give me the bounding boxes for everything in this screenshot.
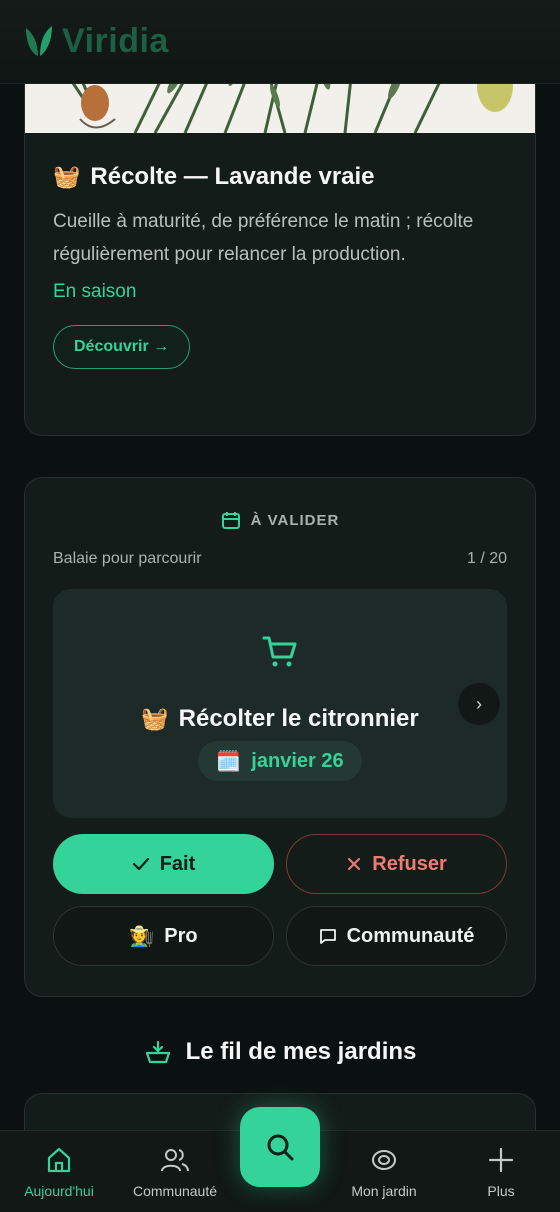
- nav-label-my-garden: Mon jardin: [351, 1183, 417, 1199]
- nav-label-community: Communauté: [132, 1183, 218, 1199]
- check-icon: [132, 857, 149, 871]
- nav-item-more[interactable]: Plus: [445, 1131, 557, 1212]
- users-icon: [161, 1149, 189, 1172]
- chevron-right-icon: ›: [476, 693, 482, 714]
- feed-title: Le fil de mes jardins: [185, 1038, 417, 1065]
- leaf-logo-icon: [26, 25, 52, 56]
- refuse-button[interactable]: Refuser: [286, 834, 507, 894]
- discover-button-label: Découvrir →: [74, 338, 170, 355]
- task-date: janvier 26: [251, 749, 344, 772]
- basket-icon: [145, 1040, 170, 1064]
- pro-button-label: Pro: [164, 924, 198, 947]
- basket-emoji-icon: 🧺: [141, 706, 169, 731]
- close-icon: [348, 858, 361, 870]
- tip-card: 🧺 Récolte — Lavande vraie Cueille à matu…: [24, 40, 536, 436]
- feed-heading: Le fil de mes jardins: [0, 1038, 560, 1066]
- calendar-emoji-icon: 🗓️: [216, 750, 242, 773]
- task-title: Récolter le citronnier: [178, 705, 419, 732]
- farmer-emoji-icon: 🧑‍🌾: [129, 925, 155, 948]
- calendar-icon: [221, 512, 240, 529]
- community-button-label: Communauté: [346, 924, 475, 947]
- app-header: Viridia: [0, 0, 560, 84]
- tip-title: Récolte — Lavande vraie: [90, 163, 375, 190]
- garden-icon: [372, 1150, 396, 1170]
- season-label: En saison: [53, 281, 137, 302]
- swipe-hint: Balaie pour parcourir: [53, 550, 202, 567]
- pro-button[interactable]: 🧑‍🌾 Pro: [53, 906, 274, 966]
- tip-description: Cueille à maturité, de préférence le mat…: [53, 211, 474, 265]
- search-icon: [267, 1134, 294, 1161]
- task-date-chip: 🗓️ janvier 26: [198, 741, 362, 781]
- nav-item-today[interactable]: Aujourd'hui: [3, 1131, 115, 1212]
- done-button[interactable]: Fait: [53, 834, 274, 894]
- nav-label-today: Aujourd'hui: [24, 1183, 94, 1199]
- task-card[interactable]: 🧺 Récolter le citronnier 🗓️ janvier 26 ›: [53, 589, 507, 818]
- home-icon: [47, 1147, 71, 1173]
- nav-label-more: Plus: [487, 1183, 515, 1199]
- search-button[interactable]: [240, 1107, 320, 1187]
- cart-icon: [262, 636, 297, 667]
- discover-button[interactable]: Découvrir →: [53, 325, 191, 369]
- community-button[interactable]: Communauté: [286, 906, 507, 966]
- plus-icon: [488, 1147, 514, 1173]
- next-task-button[interactable]: ›: [458, 683, 500, 725]
- comment-icon: [319, 929, 336, 944]
- validate-heading-label: À VALIDER: [250, 511, 340, 529]
- refuse-button-label: Refuser: [372, 852, 447, 875]
- nav-item-my-garden[interactable]: Mon jardin: [328, 1131, 440, 1212]
- validate-card: À VALIDER Balaie pour parcourir 1 / 20 🧺…: [24, 477, 536, 997]
- task-counter: 1 / 20: [466, 550, 507, 567]
- app-logo-text: Viridia: [62, 22, 169, 60]
- validate-heading: À VALIDER: [53, 510, 507, 530]
- done-button-label: Fait: [159, 852, 196, 875]
- basket-emoji-icon: 🧺: [53, 164, 81, 189]
- nav-item-community[interactable]: Communauté: [119, 1131, 231, 1212]
